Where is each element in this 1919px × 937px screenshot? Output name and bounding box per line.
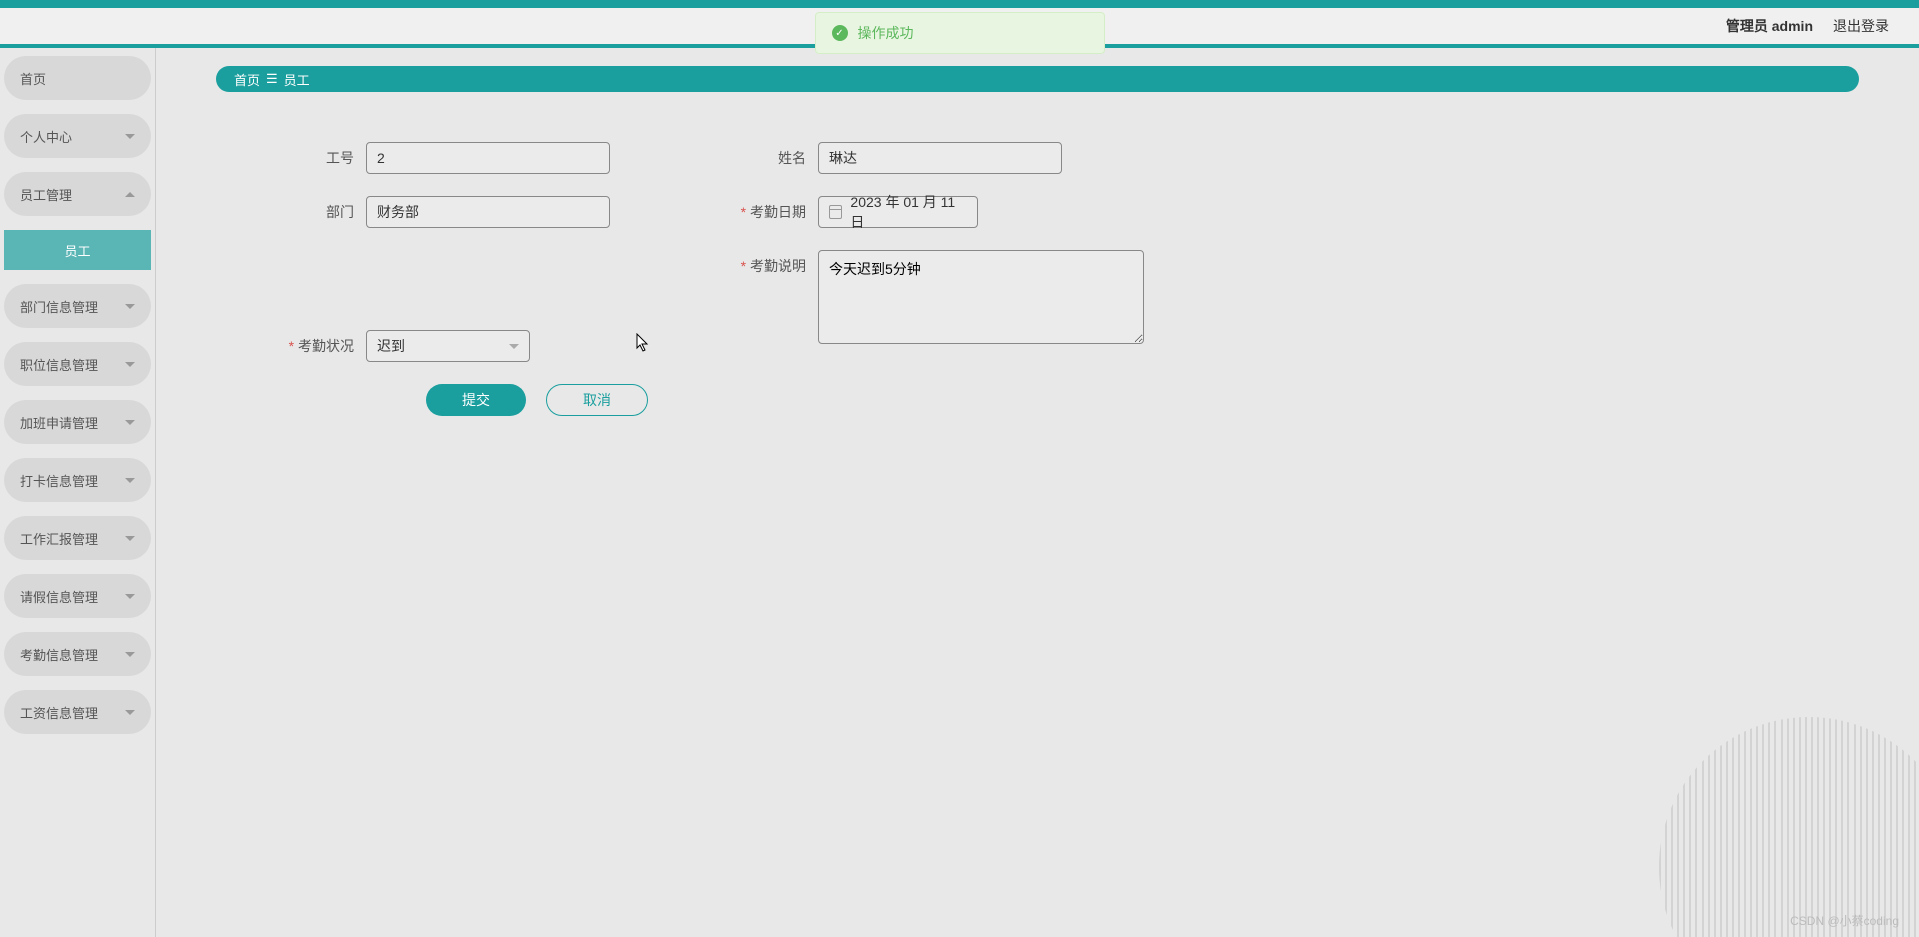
breadcrumb-home[interactable]: 首页 [234, 70, 260, 89]
select-status-value: 迟到 [377, 336, 405, 356]
chevron-down-icon [125, 420, 135, 425]
chevron-down-icon [509, 344, 519, 349]
breadcrumb-separator-icon: ☰ [266, 71, 278, 87]
chevron-down-icon [125, 710, 135, 715]
chevron-down-icon [125, 594, 135, 599]
sidebar-item-label: 工作汇报管理 [20, 529, 98, 548]
sidebar-item-clock[interactable]: 打卡信息管理 [4, 458, 151, 502]
calendar-icon [829, 205, 842, 219]
label-desc: 考勤说明 [728, 250, 818, 282]
sidebar-item-label: 员工管理 [20, 185, 72, 204]
sidebar-item-home[interactable]: 首页 [4, 56, 151, 100]
input-id[interactable] [366, 142, 610, 174]
sidebar-item-label: 职位信息管理 [20, 355, 98, 374]
label-dept: 部门 [276, 196, 366, 228]
label-date: 考勤日期 [728, 196, 818, 228]
chevron-up-icon [125, 192, 135, 197]
logout-link[interactable]: 退出登录 [1833, 16, 1889, 36]
toast-message: 操作成功 [858, 23, 914, 43]
sidebar-item-label: 首页 [20, 69, 46, 88]
check-icon: ✓ [832, 25, 848, 41]
textarea-desc[interactable] [818, 250, 1144, 344]
sidebar-item-position[interactable]: 职位信息管理 [4, 342, 151, 386]
success-toast: ✓ 操作成功 [815, 12, 1105, 54]
sidebar-item-label: 打卡信息管理 [20, 471, 98, 490]
sidebar-item-employee[interactable]: 员工管理 [4, 172, 151, 216]
label-name: 姓名 [728, 142, 818, 174]
content: 首页 ☰ 员工 工号 部门 考勤状况 迟到 [156, 48, 1919, 937]
submit-button[interactable]: 提交 [426, 384, 526, 416]
sidebar-item-leave[interactable]: 请假信息管理 [4, 574, 151, 618]
chevron-down-icon [125, 478, 135, 483]
sidebar-item-personal[interactable]: 个人中心 [4, 114, 151, 158]
sidebar-subitem-employee[interactable]: 员工 [4, 230, 151, 270]
sidebar-item-label: 员工 [64, 241, 90, 260]
chevron-down-icon [125, 536, 135, 541]
sidebar-item-label: 个人中心 [20, 127, 72, 146]
form: 工号 部门 考勤状况 迟到 提交 取消 [216, 142, 1859, 416]
chevron-down-icon [125, 362, 135, 367]
sidebar-item-label: 请假信息管理 [20, 587, 98, 606]
sidebar-item-label: 考勤信息管理 [20, 645, 98, 664]
sidebar: 首页 个人中心 员工管理 员工 部门信息管理 职位信息管理 加班申请管理 打卡信… [0, 48, 156, 937]
input-date[interactable]: 2023 年 01 月 11 日 [818, 196, 978, 228]
cancel-button[interactable]: 取消 [546, 384, 648, 416]
label-status: 考勤状况 [276, 330, 366, 362]
breadcrumb: 首页 ☰ 员工 [216, 66, 1859, 92]
input-name[interactable] [818, 142, 1062, 174]
sidebar-item-label: 加班申请管理 [20, 413, 98, 432]
chevron-down-icon [125, 134, 135, 139]
top-accent-bar [0, 0, 1919, 8]
date-value: 2023 年 01 月 11 日 [850, 192, 967, 232]
sidebar-item-label: 部门信息管理 [20, 297, 98, 316]
select-status[interactable]: 迟到 [366, 330, 530, 362]
chevron-down-icon [125, 652, 135, 657]
chevron-down-icon [125, 304, 135, 309]
sidebar-item-attendance[interactable]: 考勤信息管理 [4, 632, 151, 676]
breadcrumb-current: 员工 [284, 70, 310, 89]
sidebar-item-salary[interactable]: 工资信息管理 [4, 690, 151, 734]
label-id: 工号 [276, 142, 366, 174]
input-dept[interactable] [366, 196, 610, 228]
sidebar-item-overtime[interactable]: 加班申请管理 [4, 400, 151, 444]
sidebar-item-label: 工资信息管理 [20, 703, 98, 722]
user-label[interactable]: 管理员 admin [1726, 16, 1813, 36]
sidebar-item-report[interactable]: 工作汇报管理 [4, 516, 151, 560]
sidebar-item-dept[interactable]: 部门信息管理 [4, 284, 151, 328]
